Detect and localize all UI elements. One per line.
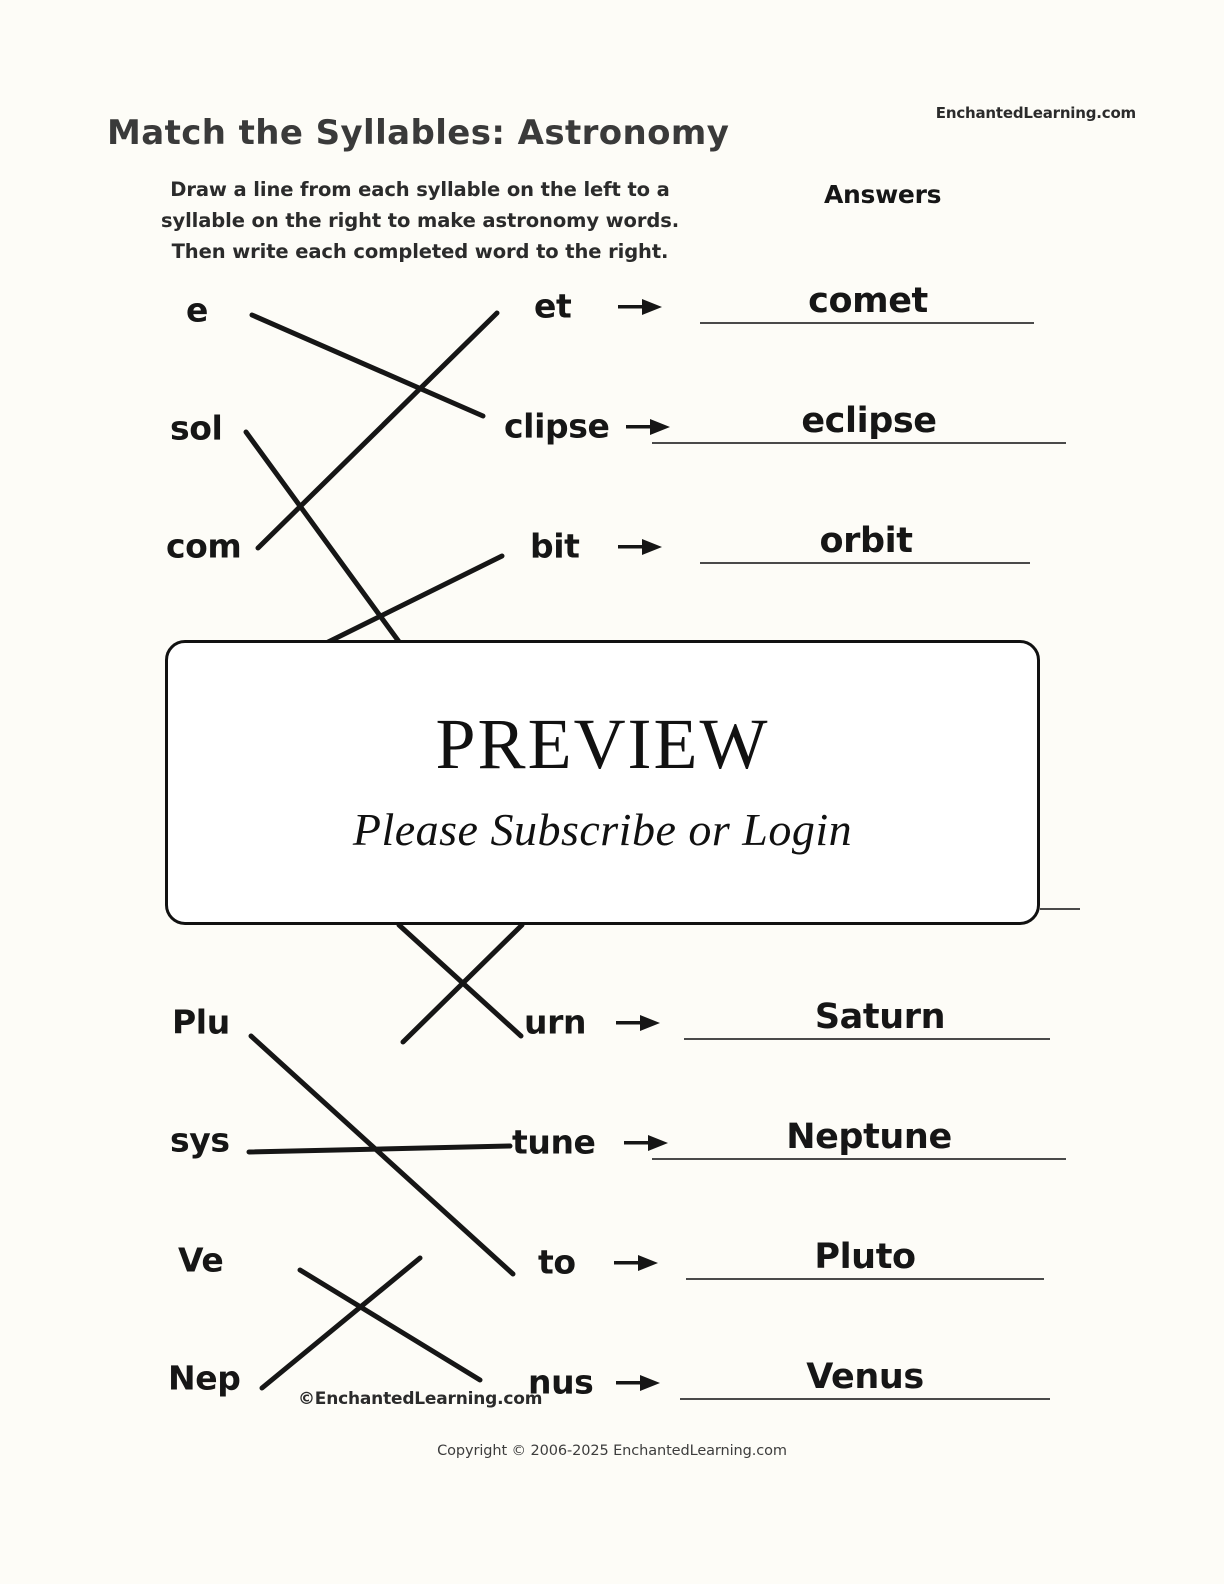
answer-word-7: Venus: [806, 1357, 924, 1397]
watermark: ©EnchantedLearning.com: [298, 1389, 543, 1409]
connector-ve-nus: [297, 1267, 483, 1383]
instructions-line-2: syllable on the right to make astronomy …: [160, 209, 680, 232]
connector-sol-bit: [243, 429, 408, 653]
right-syllable-5: tune: [512, 1122, 596, 1162]
site-brand: EnchantedLearning.com: [935, 104, 1136, 122]
connector-to-bit: [309, 553, 505, 653]
right-syllable-3: bit: [530, 526, 580, 566]
left-syllable-5: sys: [170, 1120, 230, 1160]
answer-line-hidden[interactable]: [1040, 908, 1080, 910]
arrow-icon-6: [614, 1255, 658, 1271]
instructions: Draw a line from each syllable on the le…: [140, 174, 700, 267]
left-syllable-1: e: [186, 290, 208, 330]
answer-word-5: Neptune: [786, 1117, 952, 1157]
right-syllable-6: to: [538, 1242, 576, 1282]
answer-word-6: Pluto: [814, 1237, 916, 1277]
preview-overlay: PREVIEW Please Subscribe or Login: [165, 640, 1040, 925]
instructions-line-3: Then write each completed word to the ri…: [171, 240, 669, 263]
arrow-icon-2: [626, 419, 670, 435]
answer-line-7[interactable]: [680, 1398, 1050, 1400]
copyright-notice: Copyright © 2006-2025 EnchantedLearning.…: [437, 1443, 787, 1459]
instructions-line-1: Draw a line from each syllable on the le…: [170, 178, 670, 201]
left-syllable-2: sol: [170, 408, 223, 448]
arrow-icon-7: [616, 1375, 660, 1391]
arrow-icon-4: [616, 1015, 660, 1031]
answer-word-2: eclipse: [801, 401, 937, 441]
answer-line-3[interactable]: [700, 562, 1030, 564]
left-syllable-6: Ve: [178, 1240, 224, 1280]
page-title: Match the Syllables: Astronomy: [107, 113, 730, 153]
arrow-icon-5: [624, 1135, 668, 1151]
answer-word-3: orbit: [819, 521, 913, 561]
answers-heading: Answers: [824, 180, 942, 209]
preview-subscribe-prompt[interactable]: Please Subscribe or Login: [168, 803, 1037, 856]
preview-title: PREVIEW: [435, 704, 770, 784]
left-syllable-7: Nep: [168, 1358, 241, 1398]
right-syllable-4: urn: [524, 1002, 587, 1042]
arrow-icon-1: [618, 299, 662, 315]
connector-plu-to: [248, 1033, 516, 1277]
answer-line-5[interactable]: [652, 1158, 1066, 1160]
connector-sys-tune: [246, 1143, 513, 1155]
arrow-icon-3: [618, 539, 662, 555]
left-syllable-3: com: [166, 526, 242, 566]
answer-line-1[interactable]: [700, 322, 1034, 324]
left-syllable-4: Plu: [172, 1002, 230, 1042]
answer-line-2[interactable]: [652, 442, 1066, 444]
connector-e-clipse: [249, 312, 486, 419]
answer-word-1: comet: [808, 281, 928, 321]
answer-line-4[interactable]: [684, 1038, 1050, 1040]
answer-word-4: Saturn: [814, 997, 946, 1037]
connector-nep-tune: [259, 1255, 423, 1391]
right-syllable-2: clipse: [504, 406, 610, 446]
answer-line-6[interactable]: [686, 1278, 1044, 1280]
worksheet-page: EnchantedLearning.com Match the Syllable…: [0, 0, 1224, 1584]
connector-hidden-b: [400, 922, 525, 1045]
connector-hidden-a: [396, 922, 524, 1039]
right-syllable-1: et: [534, 286, 572, 326]
connector-com-et: [255, 310, 500, 551]
